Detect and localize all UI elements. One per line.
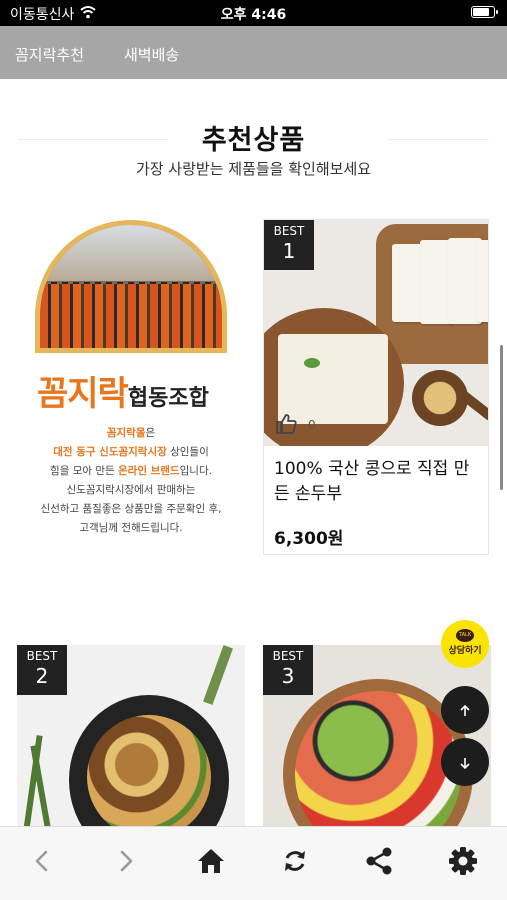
photo-frame-base — [35, 348, 227, 353]
promo-card[interactable]: 꼼지락협동조합 꼼지락몰은 대전 동구 신도꼼지락시장 상인들이 힘을 모아 만… — [17, 218, 245, 558]
reload-icon — [285, 851, 305, 871]
home-icon — [198, 849, 224, 873]
product-card-1[interactable]: 0 BEST 1 100% 국산 콩으로 직접 만든 손두부 6,300원 — [263, 219, 489, 555]
promo-line-4: 신도꼼지락시장에서 판매하는 — [66, 484, 196, 496]
bottom-toolbar — [0, 826, 507, 900]
promo-line-6: 고객님께 전해드립니다. — [79, 522, 183, 534]
tab-recommend[interactable]: 꼼지락추천 — [15, 44, 84, 65]
promo-line-5: 신선하고 품질좋은 상품만을 주문확인 후, — [40, 503, 222, 515]
share-icon — [366, 847, 392, 875]
share-button[interactable] — [359, 841, 399, 881]
best-badge: BEST 3 — [263, 645, 313, 695]
clock: 오후 4:46 — [220, 7, 287, 23]
promo-line-3: 힘을 모아 만든 온라인 브랜드입니다. — [50, 465, 212, 477]
section-title: 추천상품 — [201, 125, 306, 156]
settings-icon — [449, 847, 477, 875]
scroll-bottom-button[interactable] — [441, 738, 489, 786]
talk-label: 상담하기 — [448, 646, 482, 656]
arrow-up-icon — [460, 704, 470, 716]
forward-icon — [120, 850, 133, 872]
best-badge: BEST 2 — [17, 645, 67, 695]
brand-coop: 협동조합 — [127, 386, 209, 411]
arrow-down-icon — [460, 757, 470, 769]
product-title[interactable]: 100% 국산 콩으로 직접 만든 손두부 — [274, 457, 480, 507]
home-button[interactable] — [191, 841, 231, 881]
battery-level — [473, 8, 489, 16]
section-subtitle: 가장 사랑받는 제품들을 확인해보세요 — [135, 160, 372, 178]
scroll-top-button[interactable] — [441, 686, 489, 734]
settings-button[interactable] — [443, 841, 483, 881]
top-nav: 꼼지락추천 새벽배송 — [0, 26, 507, 79]
brand-name: 꼼지락 — [37, 374, 129, 414]
battery-icon — [471, 6, 498, 18]
like-count: 0 — [308, 418, 316, 432]
best-badge: BEST 1 — [264, 220, 314, 270]
promo-description: 꼼지락몰은 대전 동구 신도꼼지락시장 상인들이 힘을 모아 만든 온라인 브랜… — [17, 424, 245, 538]
back-icon — [35, 850, 48, 872]
kakao-talk-button[interactable]: TALK 상담하기 — [441, 620, 489, 668]
status-bar: 이동통신사 오후 4:46 — [0, 0, 507, 26]
scrollbar[interactable] — [500, 345, 503, 490]
back-button[interactable] — [22, 841, 62, 881]
forward-button[interactable] — [106, 841, 146, 881]
promo-line-1: 꼼지락몰은 — [106, 427, 156, 439]
product-price: 6,300원 — [274, 529, 344, 549]
thumbs-up-icon[interactable] — [274, 412, 298, 441]
reload-button[interactable] — [275, 841, 315, 881]
product-card-2[interactable]: BEST 2 — [17, 645, 245, 845]
brand-logo: 꼼지락협동조합 — [37, 366, 237, 415]
market-photo — [35, 220, 227, 350]
tab-dawn-delivery[interactable]: 새벽배송 — [124, 44, 179, 65]
promo-line-2: 대전 동구 신도꼼지락시장 상인들이 — [53, 446, 209, 458]
talk-icon: TALK — [456, 629, 474, 642]
